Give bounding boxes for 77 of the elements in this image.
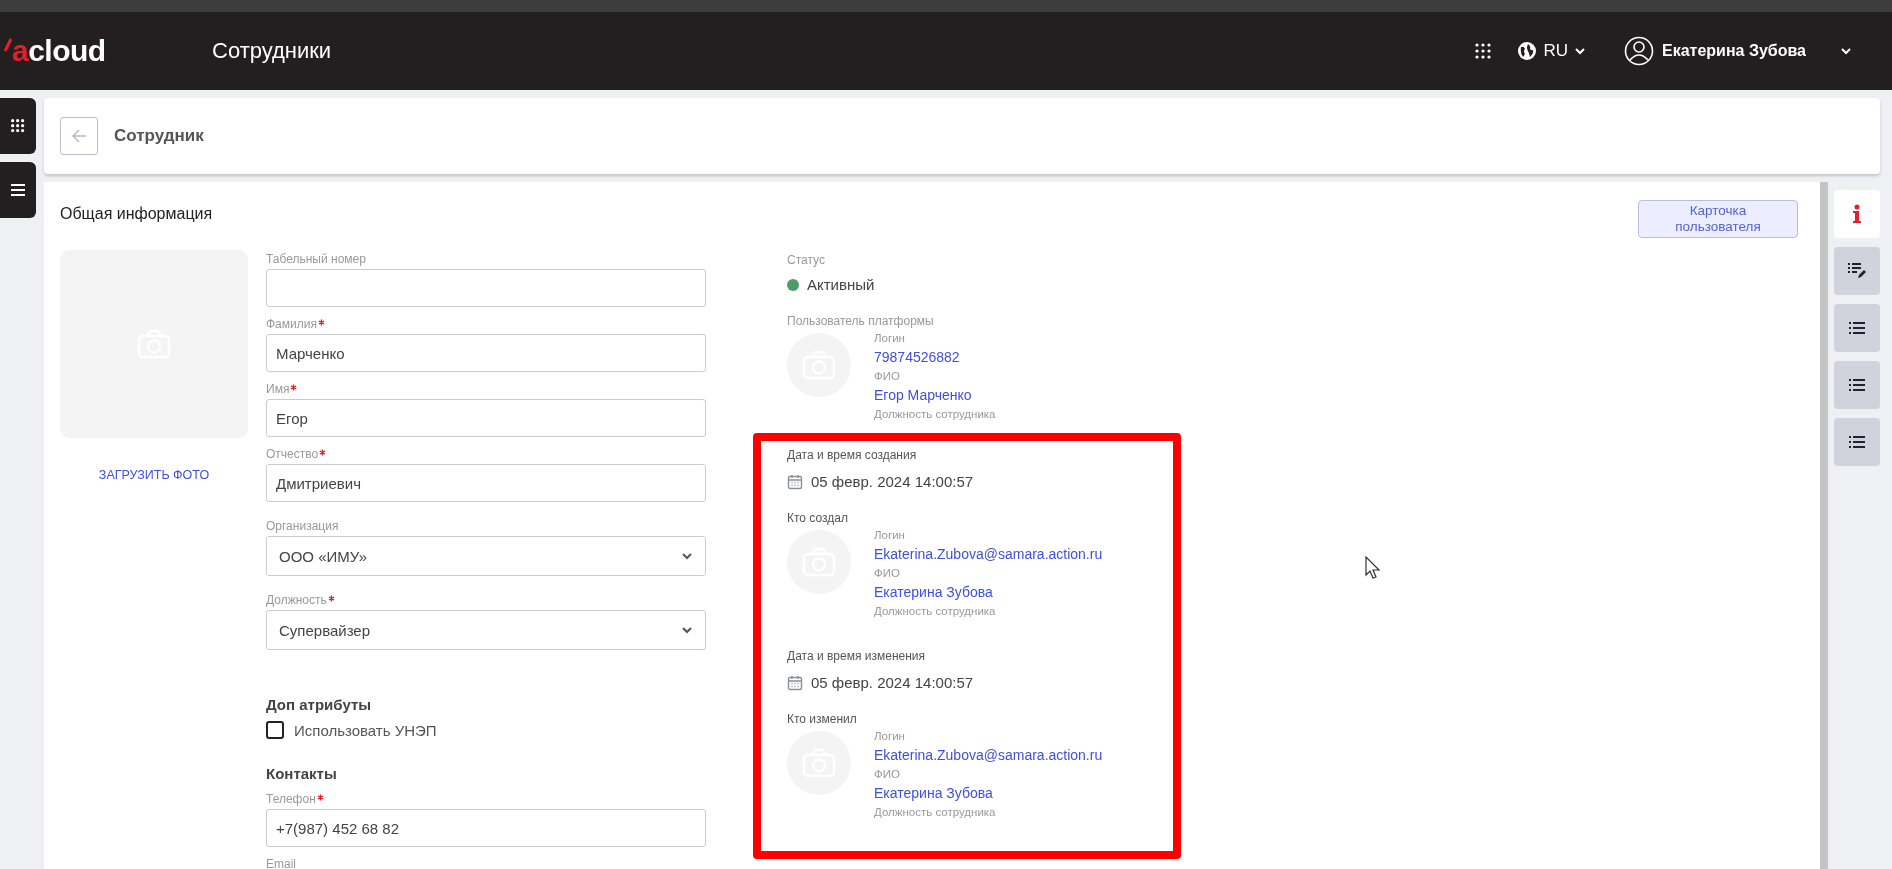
side-tab[interactable]	[1834, 361, 1880, 409]
field-label: Имя	[266, 381, 290, 397]
logo: acloud	[4, 34, 174, 68]
logo-mark	[4, 38, 12, 52]
chevron-down-icon	[1573, 45, 1586, 57]
apps-icon	[1475, 43, 1492, 59]
date-value: 05 февр. 2024 14:00:57	[811, 473, 974, 490]
side-tab[interactable]	[1834, 304, 1880, 352]
calendar-icon	[787, 674, 803, 691]
list-icon	[1849, 435, 1865, 449]
side-tab[interactable]	[1834, 418, 1880, 466]
user-avatar-icon	[1623, 36, 1654, 66]
field-label: Табельный номер	[266, 251, 366, 267]
field-label: Email	[266, 856, 296, 869]
date-label: Дата и время изменения	[787, 648, 926, 664]
user-card-button[interactable]: Карточка пользователя	[1638, 200, 1798, 238]
input-field[interactable]: Егор	[266, 399, 706, 437]
position-label: Должность сотрудника	[874, 805, 997, 820]
upload-photo-link[interactable]: ЗАГРУЗИТЬ ФОТО	[98, 468, 210, 482]
language-selector[interactable]: RU	[1517, 41, 1586, 61]
side-tab[interactable]	[1834, 247, 1880, 295]
login-link[interactable]: Ekaterina.Zubova@samara.action.ru	[874, 745, 1103, 765]
input-field[interactable]: +7(987) 452 68 82	[266, 809, 706, 847]
name-label: ФИО	[874, 566, 901, 581]
name-link[interactable]: Екатерина Зубова	[874, 582, 1103, 602]
calendar-icon	[787, 473, 803, 490]
author-label: Кто создал	[787, 510, 849, 526]
field-label: Телефон	[266, 791, 316, 807]
list-icon	[1849, 378, 1865, 392]
input-field[interactable]: Марченко	[266, 334, 706, 372]
dropdown-field[interactable]: Супервайзер	[266, 610, 706, 650]
apps-icon	[11, 119, 25, 133]
platform-user-label: Пользователь платформы	[787, 313, 935, 329]
field-label: Фамилия	[266, 316, 317, 332]
field-label: Организация	[266, 518, 339, 534]
dropdown-field[interactable]: ООО «ИМУ»	[266, 536, 706, 576]
list-icon	[1849, 321, 1865, 335]
section-subtitle: Доп атрибуты	[266, 696, 373, 713]
name-link[interactable]: Екатерина Зубова	[874, 783, 1103, 803]
author-label: Кто изменил	[787, 711, 858, 727]
cursor-icon	[1365, 556, 1381, 580]
section-subtitle: Контакты	[266, 765, 338, 782]
menu-icon	[10, 183, 26, 197]
info-icon	[1852, 204, 1862, 224]
chevron-down-icon	[681, 550, 693, 562]
name-label: ФИО	[874, 767, 901, 782]
name-link[interactable]: Егор Марченко	[874, 385, 996, 405]
list-edit-icon	[1847, 262, 1867, 280]
status-value: Активный	[807, 276, 875, 293]
user-menu[interactable]: Екатерина Зубова	[1623, 36, 1806, 66]
position-label: Должность сотрудника	[874, 604, 997, 619]
app-title: Сотрудники	[212, 38, 332, 64]
name-label: ФИО	[874, 369, 901, 384]
section-title: Общая информация	[60, 205, 213, 223]
input-field[interactable]: Дмитриевич	[266, 464, 706, 502]
checkbox-label: Использовать УНЭП	[294, 721, 437, 739]
status-label: Статус	[787, 252, 826, 268]
chevron-down-icon	[1840, 45, 1852, 57]
side-tab[interactable]	[1834, 190, 1880, 238]
login-label: Логин	[874, 729, 906, 744]
login-label: Логин	[874, 528, 906, 543]
apps-button[interactable]	[0, 98, 36, 154]
login-link[interactable]: 79874526882	[874, 347, 996, 367]
field-label: Должность	[266, 592, 327, 608]
page-title: Сотрудник	[114, 126, 204, 146]
date-value: 05 февр. 2024 14:00:57	[811, 674, 974, 691]
login-label: Логин	[874, 331, 906, 346]
arrow-left-icon	[71, 129, 87, 143]
date-label: Дата и время создания	[787, 447, 918, 463]
field-label: Отчество	[266, 446, 319, 462]
menu-button[interactable]	[0, 162, 36, 218]
position-label: Должность сотрудника	[874, 407, 996, 422]
input-field[interactable]	[266, 269, 706, 307]
checkbox[interactable]	[266, 721, 284, 739]
login-link[interactable]: Ekaterina.Zubova@samara.action.ru	[874, 544, 1103, 564]
globe-icon	[1517, 41, 1538, 61]
chevron-down-icon	[681, 624, 693, 636]
